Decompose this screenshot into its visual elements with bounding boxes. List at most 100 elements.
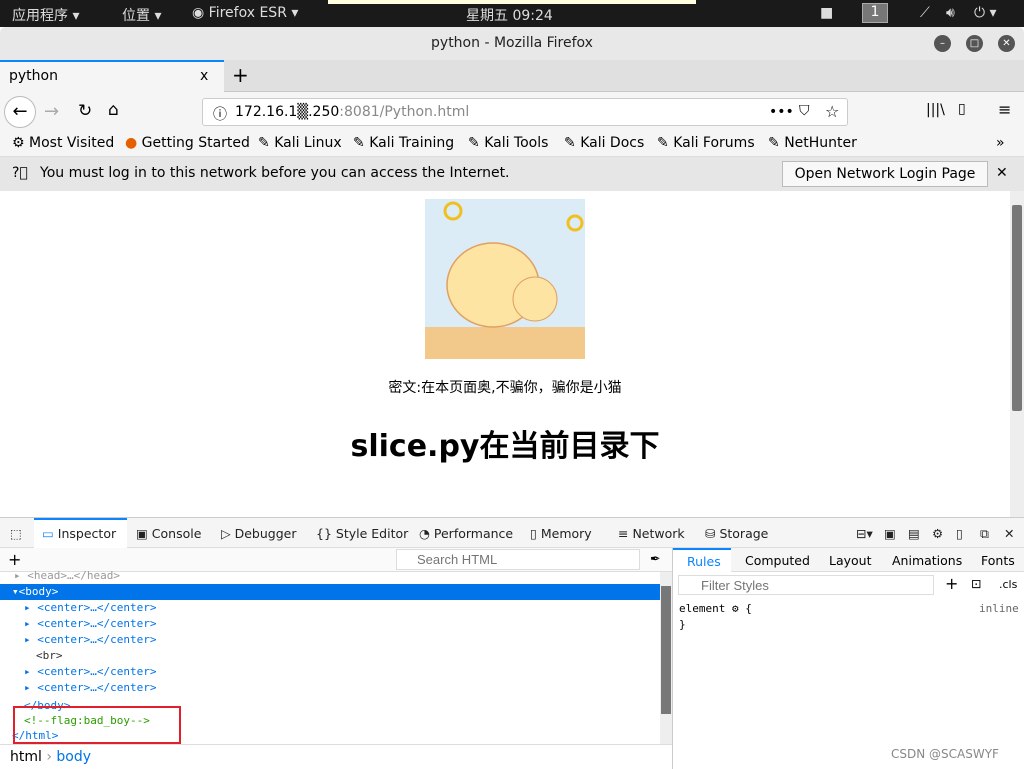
node-center[interactable]: ▸ <center>…</center> (24, 600, 156, 616)
bookmark-kali-linux[interactable]: ✎ Kali Linux (258, 135, 342, 151)
page-content: 密文:在本页面奥,不骗你，骗你是小猫 slice.py在当前目录下 (0, 191, 1010, 517)
node-head[interactable]: ▸ <head>…</head> (14, 568, 120, 584)
bookmark-kali-training[interactable]: ✎ Kali Training (353, 135, 454, 151)
open-login-page-button[interactable]: Open Network Login Page (782, 161, 988, 187)
new-tab-button[interactable]: + (232, 63, 249, 87)
scroll-thumb[interactable] (1012, 205, 1022, 411)
bookmarks-toolbar: ⚙ Most Visited ● Getting Started ✎ Kali … (0, 132, 1024, 157)
close-window-button[interactable]: ✕ (998, 35, 1015, 52)
rule-source[interactable]: inline (979, 602, 1019, 615)
undock-icon[interactable]: ⧉ (980, 526, 989, 542)
bookmark-label: Most Visited (29, 135, 115, 151)
dock-options-icon[interactable]: ⊟▾ (856, 526, 873, 541)
node-center[interactable]: ▸ <center>…</center> (24, 616, 156, 632)
maximize-button[interactable]: □ (966, 35, 983, 52)
bookmark-label: Kali Linux (274, 135, 342, 151)
volume-icon[interactable]: 🔊︎ (946, 5, 955, 21)
workspace-indicator[interactable]: 1 (862, 3, 888, 23)
dock-side-icon[interactable]: ▯ (956, 526, 963, 541)
tab-debugger[interactable]: ▷ Debugger (221, 526, 296, 541)
cls-toggle[interactable]: .cls (999, 578, 1017, 591)
bookmark-kali-tools[interactable]: ✎ Kali Tools (468, 135, 548, 151)
more-bookmarks-icon[interactable]: » (996, 135, 1005, 151)
add-rule-icon[interactable]: + (945, 574, 958, 593)
bookmark-most-visited[interactable]: ⚙ Most Visited (12, 135, 114, 151)
tab-fonts[interactable]: Fonts (981, 553, 1015, 568)
rule-close: } (679, 618, 686, 631)
close-tab-icon[interactable]: x (200, 68, 208, 84)
node-center[interactable]: ▸ <center>…</center> (24, 664, 156, 680)
page-scrollbar[interactable] (1010, 191, 1024, 517)
clock[interactable]: 星期五 09:24 (466, 5, 553, 25)
bookmark-nethunter[interactable]: ✎ NetHunter (768, 135, 857, 151)
scroll-thumb[interactable] (661, 586, 671, 714)
node-text: <center>…</center> (37, 681, 157, 694)
sidebar-icon[interactable]: ▯ (958, 101, 966, 117)
screenshot-icon[interactable]: ▤ (908, 526, 920, 541)
minimize-button[interactable]: – (934, 35, 951, 52)
cipher-text: 密文:在本页面奥,不骗你，骗你是小猫 (388, 380, 622, 396)
tab-network[interactable]: ≡ Network (618, 526, 685, 541)
eyedropper-icon[interactable]: ✒ (650, 551, 660, 566)
tab-storage[interactable]: ⛁ Storage (705, 526, 768, 541)
cat-image (425, 199, 585, 359)
markup-scrollbar[interactable] (660, 572, 672, 744)
breadcrumb-html[interactable]: html (10, 749, 42, 765)
menu-icon[interactable]: ≡ (998, 100, 1011, 119)
power-icon[interactable]: ⏻ ▾ (974, 5, 997, 21)
pick-element-icon[interactable]: ⬚ (10, 526, 22, 541)
notification-strip (328, 0, 696, 4)
places-menu[interactable]: 位置 ▾ (122, 5, 161, 25)
node-body-selected[interactable]: ▾<body> (0, 584, 660, 600)
tab-animations[interactable]: Animations (892, 553, 962, 568)
tab-label: Performance (433, 526, 514, 541)
back-button[interactable]: ← (4, 96, 36, 128)
tab-inspector[interactable]: ▭ Inspector (34, 518, 127, 548)
tab-performance[interactable]: ◔ Performance (419, 526, 513, 541)
node-text: <center>…</center> (37, 665, 157, 678)
tab-memory[interactable]: ▯ Memory (530, 526, 592, 541)
forward-button[interactable]: → (44, 101, 59, 122)
add-node-icon[interactable]: + (8, 550, 21, 569)
url-bar[interactable]: ⓘ 172.16.1▒.250:8081/Python.html ••• ⛉ ☆ (202, 98, 848, 126)
system-top-bar: 应用程序 ▾ 位置 ▾ ◉ Firefox ESR ▾ 星期五 09:24 ■ … (0, 0, 1024, 27)
home-button[interactable]: ⌂ (108, 100, 119, 120)
info-icon[interactable]: ⓘ (213, 104, 227, 124)
tab-computed[interactable]: Computed (745, 553, 810, 568)
tab-bar: python x + (0, 60, 1024, 92)
bookmark-getting-started[interactable]: ● Getting Started (125, 135, 250, 151)
video-icon[interactable]: ■ (820, 5, 833, 21)
close-notice-button[interactable]: ✕ (996, 165, 1008, 181)
tab-python[interactable]: python x (0, 60, 224, 92)
tab-label: Inspector (57, 526, 117, 541)
node-br[interactable]: <br> (36, 648, 63, 664)
node-center[interactable]: ▸ <center>…</center> (24, 632, 156, 648)
tab-style-editor[interactable]: {} Style Editor (316, 526, 408, 541)
close-devtools-icon[interactable]: ✕ (1004, 526, 1014, 541)
library-icon[interactable]: |||\ (926, 102, 945, 118)
pseudo-class-icon[interactable]: ⊡ (971, 576, 981, 591)
bookmark-kali-forums[interactable]: ✎ Kali Forums (657, 135, 755, 151)
reload-button[interactable]: ↻ (78, 101, 92, 121)
node-center[interactable]: ▸ <center>…</center> (24, 680, 156, 696)
bookmark-kali-docs[interactable]: ✎ Kali Docs (564, 135, 644, 151)
filter-styles-input[interactable] (678, 575, 934, 595)
page-actions-button[interactable]: ••• (769, 104, 794, 120)
pocket-icon[interactable]: ⛉ (799, 103, 810, 119)
network-icon[interactable]: ⟋ (920, 5, 930, 21)
rules-sidebar: Rules Computed Layout Animations Fonts +… (672, 548, 1024, 769)
tab-rules[interactable]: Rules (673, 548, 731, 572)
network-login-notice: ?⃝ You must log in to this network befor… (0, 157, 1024, 191)
tab-layout[interactable]: Layout (829, 553, 872, 568)
frame-select-icon[interactable]: ▣ (884, 526, 896, 541)
applications-menu[interactable]: 应用程序 ▾ (12, 5, 79, 25)
search-html-input[interactable] (396, 549, 640, 570)
tab-console[interactable]: ▣ Console (136, 526, 201, 541)
settings-icon[interactable]: ⚙ (932, 526, 943, 541)
firefox-app-menu[interactable]: ◉ Firefox ESR ▾ (192, 5, 298, 21)
bookmark-star-icon[interactable]: ☆ (825, 102, 839, 121)
watermark: CSDN @SCASWYF (891, 747, 999, 761)
tab-label: Debugger (234, 526, 297, 541)
window-title: python - Mozilla Firefox (431, 35, 593, 51)
breadcrumb-body[interactable]: body (56, 749, 91, 765)
